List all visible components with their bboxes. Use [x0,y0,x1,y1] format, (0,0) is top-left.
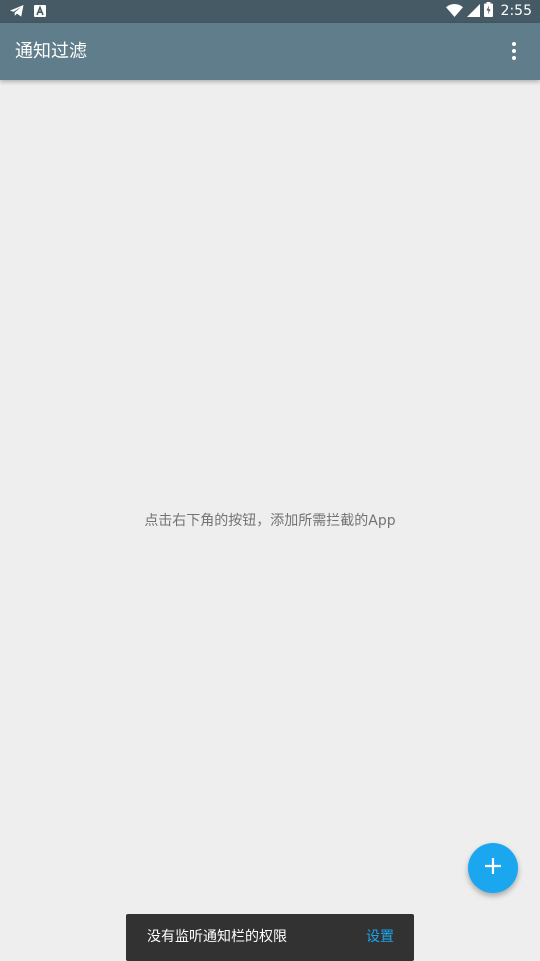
wifi-icon [445,2,463,21]
add-app-button[interactable] [468,843,518,893]
status-time: 2:55 [500,3,532,19]
snackbar-message: 没有监听通知栏的权限 [147,929,287,945]
more-vert-icon [512,42,516,46]
app-bar: 通知过滤 [0,23,540,80]
status-right-icons: 2:55 [445,0,532,23]
telegram-icon [10,2,24,21]
snackbar: 没有监听通知栏的权限 设置 [126,914,414,961]
more-options-button[interactable] [508,40,520,62]
page-title: 通知过滤 [15,41,87,62]
status-left-icons [10,4,46,19]
plus-icon [484,857,502,878]
battery-icon [483,2,493,21]
a-notification-icon [34,2,46,21]
cell-signal-icon [466,2,480,21]
status-bar: 2:55 [0,0,540,23]
empty-state-message: 点击右下角的按钮，添加所需拦截的App [144,513,396,529]
snackbar-settings-button[interactable]: 设置 [366,914,394,961]
